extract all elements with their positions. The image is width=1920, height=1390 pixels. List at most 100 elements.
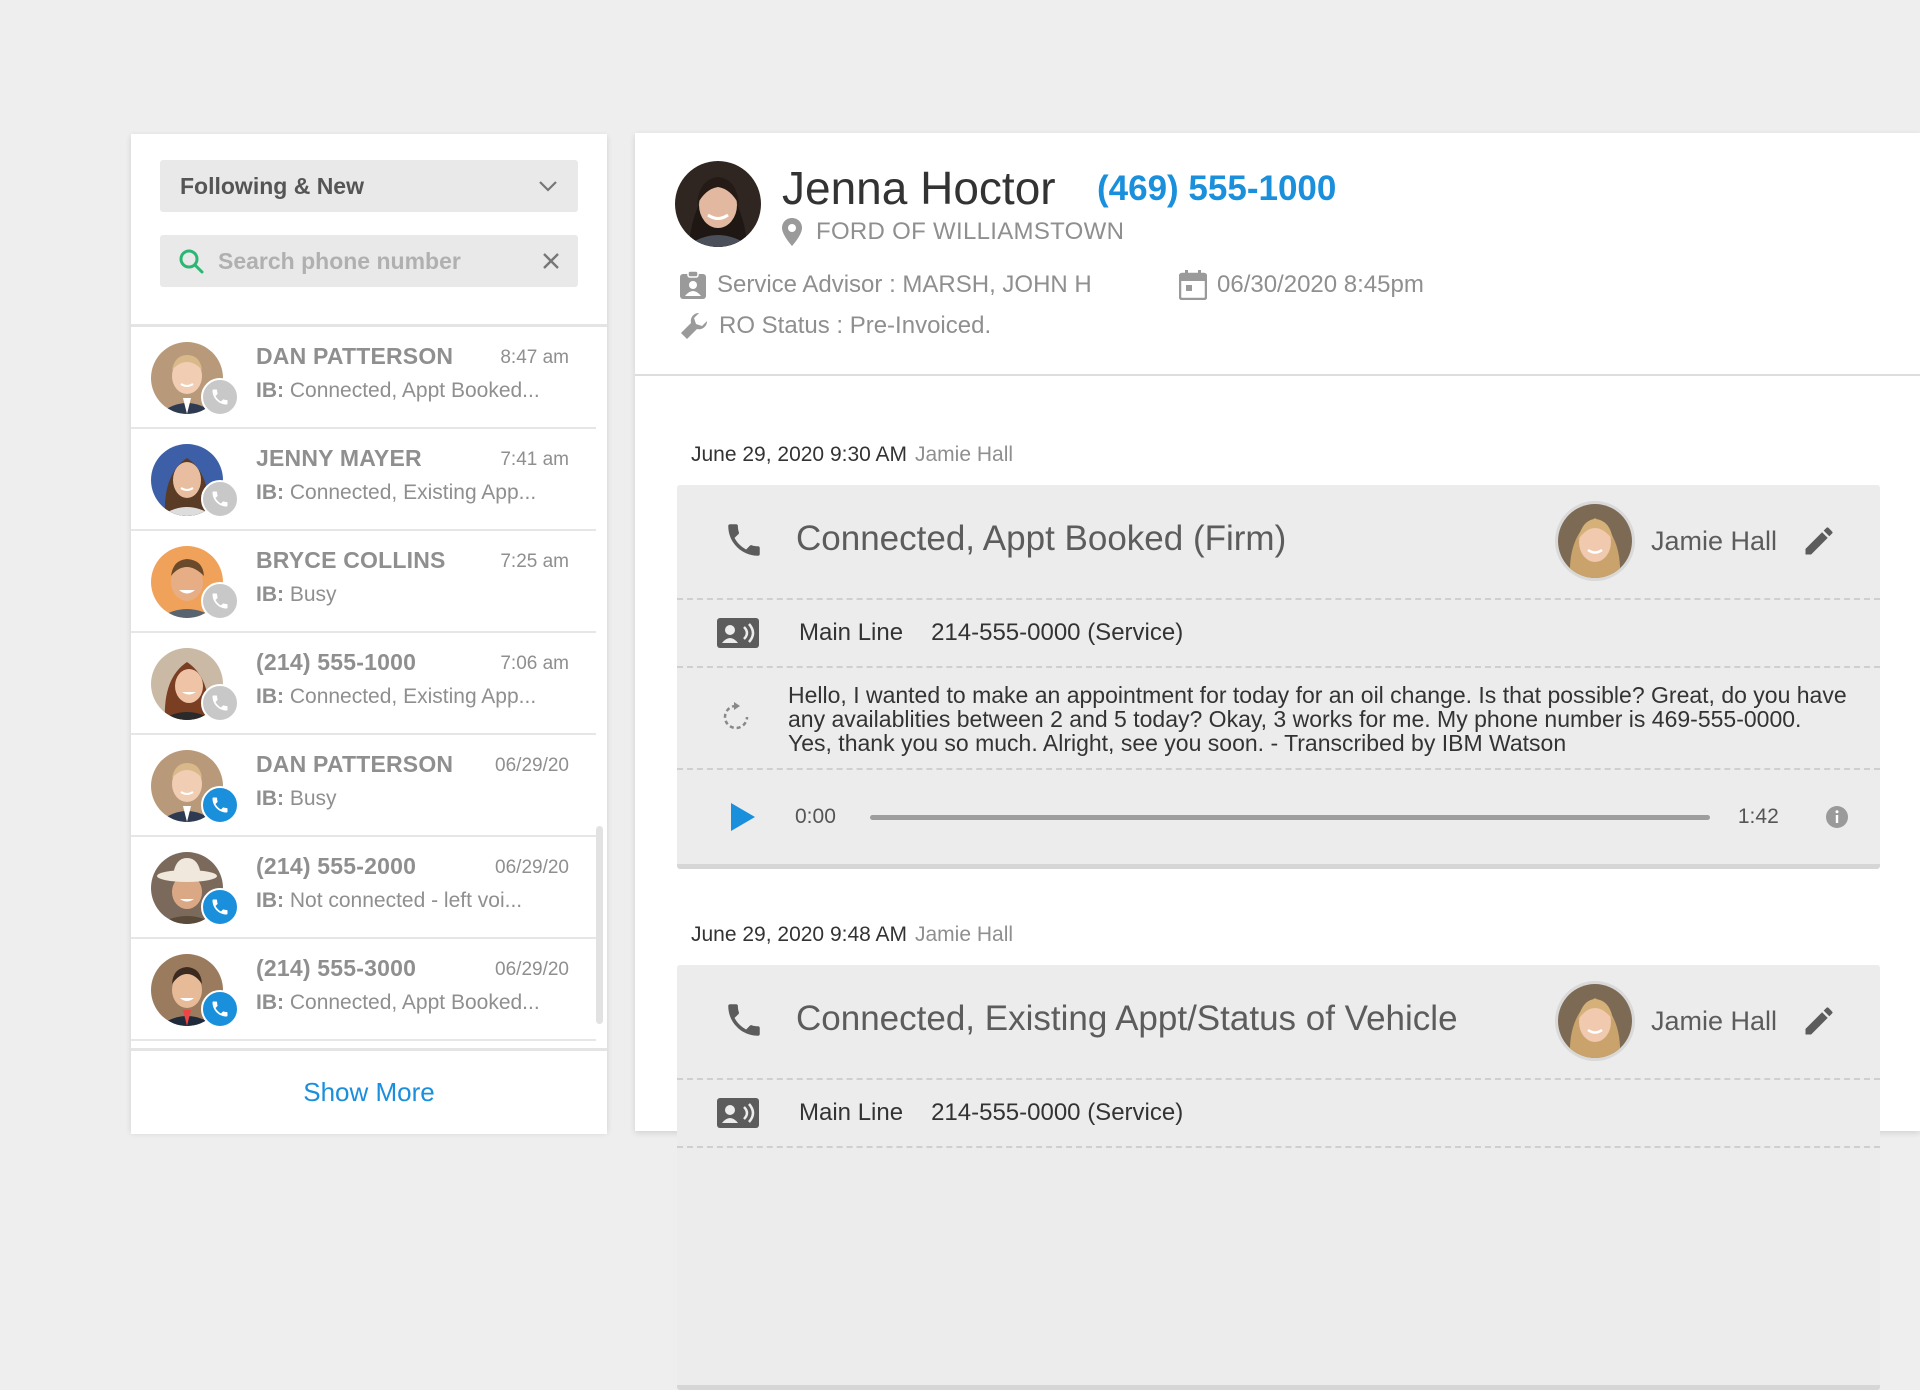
contact-name: Jenna Hoctor [782, 162, 1056, 214]
call-card: Connected, Existing Appt/Status of Vehic… [677, 965, 1880, 1390]
user-name: Jamie Hall [1650, 1005, 1777, 1036]
call-status-text: Connected, Appt Booked... [289, 991, 540, 1014]
call-time: 7:25 am [500, 551, 569, 572]
audio-current-time: 0:00 [795, 805, 836, 828]
avatar [151, 750, 239, 824]
entry-datetime: June 29, 2020 9:30 AM [691, 443, 907, 466]
contact-header: Jenna Hoctor (469) 555-1000 FORD OF WILL… [635, 133, 1920, 376]
user-avatar [1554, 981, 1635, 1061]
audio-duration: 1:42 [1737, 805, 1779, 828]
transcript-refresh-icon [721, 702, 751, 732]
calendar-icon [1179, 270, 1207, 300]
appointment-date-row: 06/30/2020 8:45pm [1179, 270, 1424, 300]
call-line-row: Main Line 214-555-0000 (Service) [677, 600, 1880, 668]
service-advisor-text: Service Advisor : MARSH, JOHN H [717, 271, 1092, 298]
caller-name: DAN PATTERSON [256, 343, 454, 369]
call-time: 06/29/20 [495, 755, 569, 776]
call-card-header: Connected, Appt Booked (Firm) Jamie Hall [677, 485, 1880, 600]
audio-progress-bar[interactable] [869, 814, 1710, 820]
service-advisor-row: Service Advisor : MARSH, JOHN H [679, 270, 1092, 300]
call-line-row: Main Line 214-555-0000 (Service) [677, 1080, 1880, 1148]
entry-datetime: June 29, 2020 9:48 AM [691, 923, 907, 946]
scrollbar-thumb[interactable] [596, 826, 603, 1024]
transcript-text: Hello, I wanted to make an appointment f… [788, 682, 1847, 756]
dealer-location: FORD OF WILLIAMSTOWN [782, 218, 1124, 246]
call-direction: IB: [256, 481, 284, 504]
conversation-panel: Following & New DAN PATTERSON 8:47 am IB: … [131, 134, 607, 1134]
assigned-user: Jamie Hall [1554, 501, 1837, 581]
call-status-text: Busy [289, 787, 337, 810]
edit-pencil-icon[interactable] [1801, 523, 1837, 559]
caller-name: (214) 555-3000 [256, 955, 417, 981]
call-time: 06/29/20 [495, 959, 569, 980]
appointment-datetime: 06/30/2020 8:45pm [1217, 271, 1424, 298]
avatar [151, 546, 239, 620]
contact-detail-panel: Jenna Hoctor (469) 555-1000 FORD OF WILL… [635, 133, 1920, 1390]
caller-name: (214) 555-1000 [256, 649, 417, 675]
assigned-user: Jamie Hall [1554, 981, 1837, 1061]
call-status: IB: Not connected - left voi... [256, 889, 522, 913]
line-label: Main Line [799, 619, 904, 646]
call-badge-icon [201, 378, 239, 416]
contact-avatar [675, 161, 761, 247]
call-direction: IB: [256, 583, 284, 606]
show-more-link[interactable]: Show More [303, 1077, 435, 1108]
avatar [151, 954, 239, 1028]
entry-date: June 29, 2020 9:48 AM Jamie Hall [691, 923, 1013, 947]
call-card: Connected, Appt Booked (Firm) Jamie Hall… [677, 485, 1880, 869]
show-more-area: Show More [131, 1048, 607, 1134]
call-status: IB: Connected, Appt Booked... [256, 379, 540, 403]
user-name: Jamie Hall [1650, 525, 1777, 556]
conversation-item[interactable]: DAN PATTERSON 8:47 am IB: Connected, Appt … [131, 327, 596, 429]
conversation-list: DAN PATTERSON 8:47 am IB: Connected, Appt … [131, 327, 607, 1041]
call-status-text: Connected, Existing App... [289, 685, 537, 708]
call-badge-icon [201, 786, 239, 824]
conversation-item[interactable]: JENNY MAYER 7:41 am IB: Connected, Existin… [131, 429, 596, 531]
avatar [151, 852, 239, 926]
dealer-name: FORD OF WILLIAMSTOWN [816, 218, 1125, 245]
conversation-item[interactable]: (214) 555-2000 06/29/20 IB: Not connected … [131, 837, 596, 939]
entry-author: Jamie Hall [915, 923, 1014, 946]
edit-pencil-icon[interactable] [1801, 1003, 1837, 1039]
call-badge-icon [201, 990, 239, 1028]
search-box [160, 235, 578, 287]
call-direction: IB: [256, 379, 284, 402]
clear-search-icon[interactable] [542, 252, 560, 270]
call-badge-icon [201, 582, 239, 620]
ro-status-text: RO Status : Pre-Invoiced. [719, 312, 992, 339]
search-input[interactable] [218, 247, 542, 275]
badge-icon [679, 270, 707, 300]
call-status-text: Busy [289, 583, 337, 606]
call-card-header: Connected, Existing Appt/Status of Vehic… [677, 965, 1880, 1080]
call-outcome-title: Connected, Existing Appt/Status of Vehic… [796, 999, 1458, 1038]
conversation-item[interactable]: (214) 555-3000 06/29/20 IB: Connected, App… [131, 939, 596, 1041]
call-status: IB: Busy [256, 787, 337, 811]
call-time: 8:47 am [500, 347, 569, 368]
caller-name: JENNY MAYER [256, 445, 422, 471]
search-icon [178, 248, 204, 274]
info-icon[interactable] [1825, 805, 1849, 829]
contact-phone-link[interactable]: (469) 555-1000 [1097, 169, 1336, 209]
conversation-item[interactable]: BRYCE COLLINS 7:25 am IB: Busy [131, 531, 596, 633]
caller-name: DAN PATTERSON [256, 751, 454, 777]
conversation-item[interactable]: (214) 555-1000 7:06 am IB: Connected, Exis… [131, 633, 596, 735]
filter-dropdown-label: Following & New [180, 172, 364, 199]
call-badge-icon [201, 684, 239, 722]
call-status-text: Not connected - left voi... [289, 889, 523, 912]
wrench-icon [679, 311, 709, 341]
call-time: 06/29/20 [495, 857, 569, 878]
phone-icon [723, 519, 765, 561]
call-outcome-title: Connected, Appt Booked (Firm) [796, 519, 1287, 558]
conversation-item[interactable]: DAN PATTERSON 06/29/20 IB: Busy [131, 735, 596, 837]
ro-status-row: RO Status : Pre-Invoiced. [679, 311, 991, 341]
call-status: IB: Connected, Existing App... [256, 481, 536, 505]
call-status-text: Connected, Appt Booked... [289, 379, 540, 402]
play-icon[interactable] [729, 801, 757, 833]
avatar [151, 444, 239, 518]
filter-dropdown[interactable]: Following & New [160, 160, 578, 212]
line-number: 214-555-0000 (Service) [931, 619, 1184, 646]
contact-card-icon [717, 1098, 759, 1128]
user-avatar [1554, 501, 1635, 581]
call-direction: IB: [256, 889, 284, 912]
call-time: 7:06 am [500, 653, 569, 674]
